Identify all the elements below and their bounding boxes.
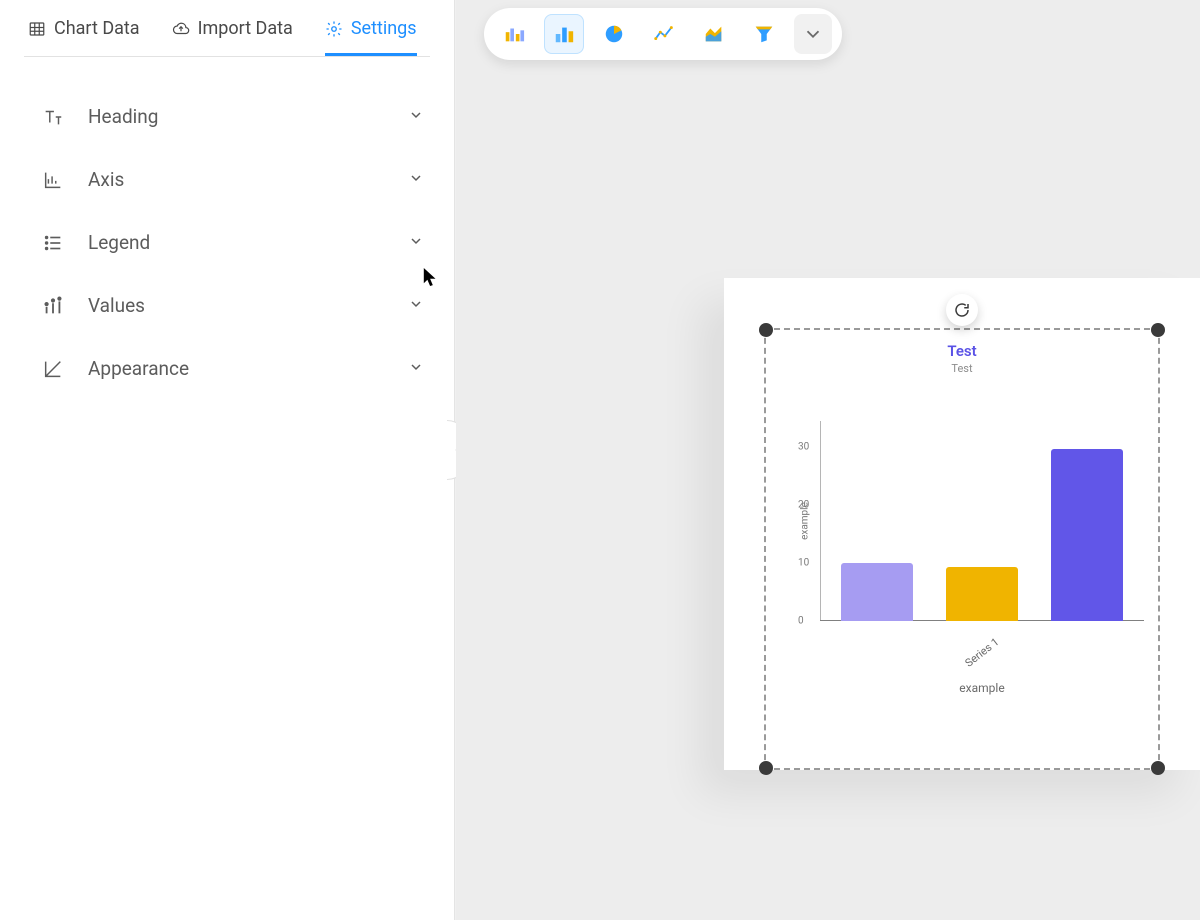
tool-grouped-bar[interactable] bbox=[494, 14, 534, 54]
chevron-down-icon bbox=[408, 294, 424, 317]
y-tick: 0 bbox=[798, 616, 804, 627]
chart-body: Test Test example 30 20 10 0 Series 1 ex… bbox=[780, 342, 1144, 730]
text-style-icon bbox=[40, 106, 66, 128]
resize-handle-bl[interactable] bbox=[759, 761, 773, 775]
tool-bar[interactable] bbox=[544, 14, 584, 54]
bar-2[interactable] bbox=[946, 567, 1018, 621]
tab-import-data[interactable]: Import Data bbox=[172, 18, 293, 56]
chart-subtitle: Test bbox=[780, 362, 1144, 375]
tab-label: Import Data bbox=[198, 18, 293, 39]
accordion-appearance[interactable]: Appearance bbox=[34, 337, 430, 400]
tab-label: Chart Data bbox=[54, 18, 140, 39]
tool-more-dropdown[interactable] bbox=[794, 14, 832, 54]
values-icon bbox=[40, 295, 66, 317]
chevron-down-icon bbox=[408, 168, 424, 191]
appearance-icon bbox=[40, 358, 66, 380]
x-axis-label: example bbox=[820, 681, 1144, 695]
bar-1[interactable] bbox=[841, 563, 913, 621]
bar-3[interactable] bbox=[1051, 449, 1123, 621]
accordion-heading[interactable]: Heading bbox=[34, 85, 430, 148]
resize-handle-tl[interactable] bbox=[759, 323, 773, 337]
editor-canvas[interactable]: Test Test example 30 20 10 0 Series 1 ex… bbox=[456, 0, 1200, 920]
accordion-label: Values bbox=[88, 294, 145, 317]
table-icon bbox=[28, 20, 46, 38]
chevron-down-icon bbox=[408, 231, 424, 254]
cloud-upload-icon bbox=[172, 20, 190, 38]
tab-label: Settings bbox=[351, 18, 417, 39]
sidebar-tabs: Chart Data Import Data Settings bbox=[0, 0, 454, 56]
accordion-legend[interactable]: Legend bbox=[34, 211, 430, 274]
resize-handle-tr[interactable] bbox=[1151, 323, 1165, 337]
y-tick: 20 bbox=[798, 500, 809, 511]
accordion-label: Appearance bbox=[88, 357, 189, 380]
accordion-values[interactable]: Values bbox=[34, 274, 430, 337]
accordion-label: Heading bbox=[88, 105, 158, 128]
chart-type-toolbar bbox=[484, 8, 842, 60]
chevron-down-icon bbox=[408, 105, 424, 128]
chart-title: Test bbox=[780, 342, 1144, 360]
tool-area[interactable] bbox=[694, 14, 734, 54]
tool-funnel[interactable] bbox=[744, 14, 784, 54]
accordion-label: Legend bbox=[88, 231, 150, 254]
tab-chart-data[interactable]: Chart Data bbox=[28, 18, 140, 56]
tool-line[interactable] bbox=[644, 14, 684, 54]
list-icon bbox=[40, 232, 66, 254]
tab-settings[interactable]: Settings bbox=[325, 18, 417, 56]
gear-icon bbox=[325, 20, 343, 38]
accordion-axis[interactable]: Axis bbox=[34, 148, 430, 211]
tool-pie[interactable] bbox=[594, 14, 634, 54]
rotate-handle[interactable] bbox=[946, 294, 978, 326]
settings-accordion: Heading Axis bbox=[0, 57, 454, 400]
resize-handle-br[interactable] bbox=[1151, 761, 1165, 775]
axis-icon bbox=[40, 169, 66, 191]
x-tick: Series 1 bbox=[963, 635, 1002, 669]
settings-sidebar: Chart Data Import Data Settings bbox=[0, 0, 455, 920]
accordion-label: Axis bbox=[88, 168, 124, 191]
plot-area: example 30 20 10 0 Series 1 bbox=[820, 421, 1144, 621]
bars-container bbox=[820, 421, 1144, 621]
chevron-down-icon bbox=[408, 357, 424, 380]
chart-object[interactable]: Test Test example 30 20 10 0 Series 1 ex… bbox=[724, 278, 1200, 770]
y-tick: 30 bbox=[798, 442, 809, 453]
y-tick: 10 bbox=[798, 558, 809, 569]
